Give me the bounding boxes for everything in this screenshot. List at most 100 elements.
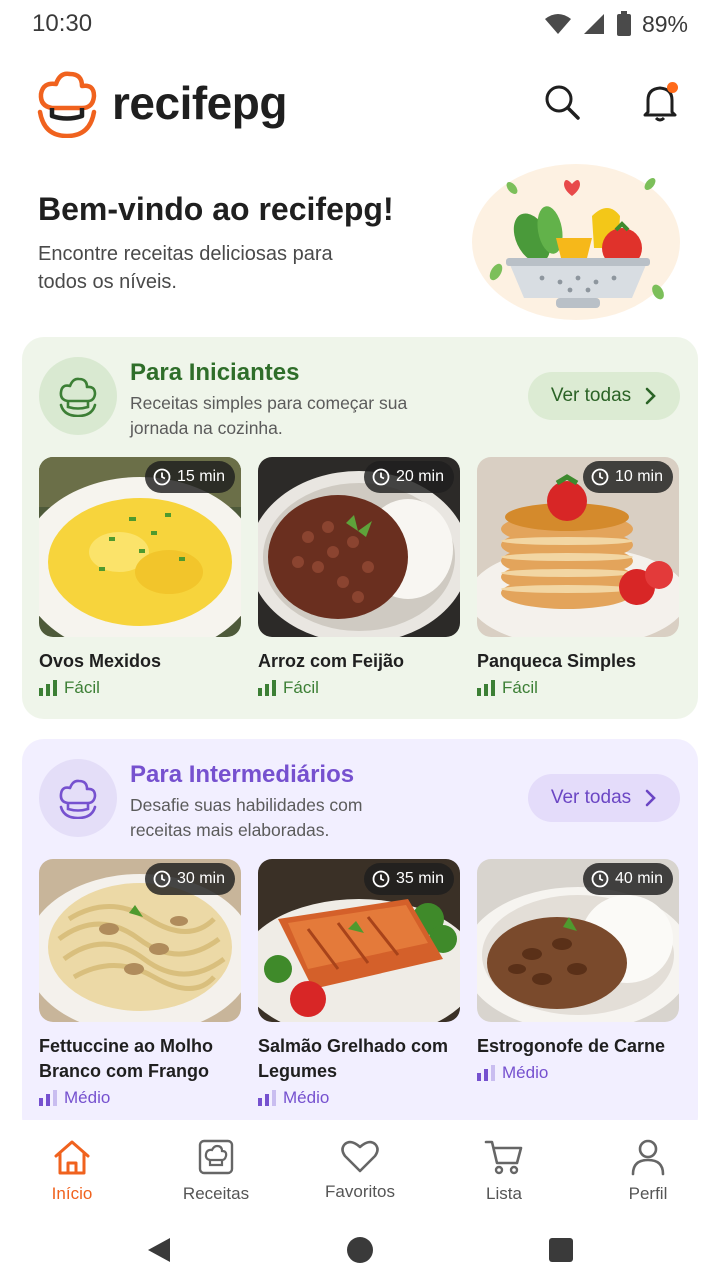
wifi-icon — [544, 14, 571, 34]
chef-hat-icon — [59, 779, 97, 819]
chef-hat-icon — [59, 377, 97, 417]
difficulty-text: Médio — [502, 1063, 549, 1082]
status-icons: 89% — [544, 11, 688, 38]
difficulty-bars-icon — [39, 680, 57, 696]
recipe-card[interactable]: 35 min Salmão Grelhado com Legumes Médio — [258, 859, 460, 1108]
difficulty-text: Médio — [283, 1088, 330, 1107]
app-logo[interactable]: recifepg — [36, 68, 287, 138]
time-text: 30 min — [176, 870, 225, 887]
cart-icon — [484, 1140, 523, 1175]
difficulty-label: Médio — [477, 1063, 679, 1083]
hero-subtitle: Encontre receitas deliciosas para todos … — [38, 243, 333, 293]
difficulty-bars-icon — [477, 1065, 495, 1081]
system-navigation-bar — [0, 1220, 720, 1280]
battery-percent: 89% — [641, 10, 688, 37]
clock-icon — [153, 468, 171, 486]
recents-square-icon — [549, 1238, 573, 1262]
vegetable-colander-illustration — [472, 164, 680, 320]
app-header: recifepg — [0, 64, 720, 144]
beginner-badge — [39, 357, 117, 435]
clock-icon — [372, 870, 390, 888]
profile-icon — [631, 1139, 665, 1176]
see-all-label: Ver todas — [550, 787, 632, 808]
difficulty-text: Fácil — [64, 678, 100, 697]
difficulty-label: Fácil — [39, 678, 241, 698]
time-text: 40 min — [614, 870, 663, 887]
difficulty-label: Médio — [39, 1088, 241, 1108]
recipe-card[interactable]: 40 min Estrogonofe de Carne Médio — [477, 859, 679, 1108]
notification-dot — [667, 82, 678, 93]
beginner-description: Receitas simples para começar sua jornad… — [130, 393, 408, 438]
time-text: 35 min — [395, 870, 444, 887]
recipe-name: Salmão Grelhado com Legumes — [258, 1036, 449, 1081]
recipe-image: 20 min — [258, 457, 460, 637]
notifications-button[interactable] — [638, 80, 682, 124]
status-time: 10:30 — [32, 10, 93, 37]
time-badge: 10 min — [582, 461, 673, 493]
difficulty-text: Fácil — [502, 678, 538, 697]
intermediate-see-all-button[interactable]: Ver todas — [528, 774, 680, 822]
clock-icon — [591, 468, 609, 486]
welcome-hero: Bem-vindo ao recifepg! Encontre receitas… — [0, 158, 720, 328]
intermediate-description: Desafie suas habilidades com receitas ma… — [130, 795, 363, 840]
nav-item-inicio[interactable]: Início — [0, 1120, 144, 1220]
clock-icon — [372, 468, 390, 486]
recipe-name: Fettuccine ao Molho Branco com Frango — [39, 1036, 214, 1081]
difficulty-text: Fácil — [283, 678, 319, 697]
home-circle-icon — [347, 1237, 373, 1263]
chevron-right-icon — [645, 387, 656, 405]
recipe-image: 15 min — [39, 457, 241, 637]
back-triangle-icon — [148, 1238, 170, 1262]
nav-item-favoritos[interactable]: Favoritos — [288, 1120, 432, 1220]
time-badge: 30 min — [144, 863, 235, 895]
system-recents-button[interactable] — [548, 1237, 574, 1263]
time-text: 20 min — [395, 468, 444, 485]
system-home-button[interactable] — [346, 1236, 374, 1264]
intermediate-badge — [39, 759, 117, 837]
intermediate-title: Para Intermediários — [130, 761, 355, 788]
recipe-name: Arroz com Feijão — [258, 651, 405, 671]
time-text: 10 min — [614, 468, 663, 485]
nav-item-lista[interactable]: Lista — [432, 1120, 576, 1220]
chef-hat-icon — [198, 1139, 234, 1175]
bottom-navigation: Início Receitas Favoritos Lista Perfil — [0, 1120, 720, 1220]
difficulty-text: Médio — [64, 1088, 111, 1107]
system-back-button[interactable] — [146, 1236, 172, 1264]
difficulty-label: Fácil — [258, 678, 460, 698]
recipe-name: Estrogonofe de Carne — [477, 1036, 666, 1056]
nav-label: Favoritos — [325, 1182, 395, 1201]
time-badge: 15 min — [144, 461, 235, 493]
battery-icon — [616, 11, 631, 36]
beginner-title: Para Iniciantes — [130, 359, 300, 386]
recipe-card[interactable]: 20 min Arroz com Feijão Fácil — [258, 457, 460, 698]
recipe-name: Ovos Mexidos — [39, 651, 162, 671]
nav-label: Início — [51, 1184, 93, 1203]
time-badge: 20 min — [363, 461, 454, 493]
home-icon — [54, 1140, 90, 1175]
hero-title: Bem-vindo ao recifepg! — [38, 191, 394, 227]
search-button[interactable] — [540, 80, 584, 124]
app-name: recifepg — [112, 77, 287, 129]
difficulty-label: Médio — [258, 1088, 460, 1108]
recipe-card[interactable]: 10 min Panqueca Simples Fácil — [477, 457, 679, 698]
time-badge: 35 min — [363, 863, 454, 895]
recipe-card[interactable]: 15 min Ovos Mexidos Fácil — [39, 457, 241, 698]
see-all-label: Ver todas — [550, 385, 632, 406]
beginner-see-all-button[interactable]: Ver todas — [528, 372, 680, 420]
intermediate-section: Para Intermediários Desafie suas habilid… — [22, 739, 698, 1139]
nav-item-receitas[interactable]: Receitas — [144, 1120, 288, 1220]
difficulty-bars-icon — [258, 1090, 276, 1106]
beginner-recipe-list: 15 min Ovos Mexidos Fácil 20 min Arroz c… — [39, 457, 679, 698]
recipe-card[interactable]: 30 min Fettuccine ao Molho Branco com Fr… — [39, 859, 241, 1108]
difficulty-label: Fácil — [477, 678, 679, 698]
nav-label: Perfil — [628, 1184, 668, 1203]
beginner-section: Para Iniciantes Receitas simples para co… — [22, 337, 698, 719]
recipe-name: Panqueca Simples — [477, 651, 637, 671]
time-badge: 40 min — [582, 863, 673, 895]
status-bar: 10:30 89% — [0, 0, 720, 48]
clock-icon — [153, 870, 171, 888]
nav-label: Receitas — [182, 1184, 250, 1203]
clock-icon — [591, 870, 609, 888]
difficulty-bars-icon — [39, 1090, 57, 1106]
nav-item-perfil[interactable]: Perfil — [576, 1120, 720, 1220]
